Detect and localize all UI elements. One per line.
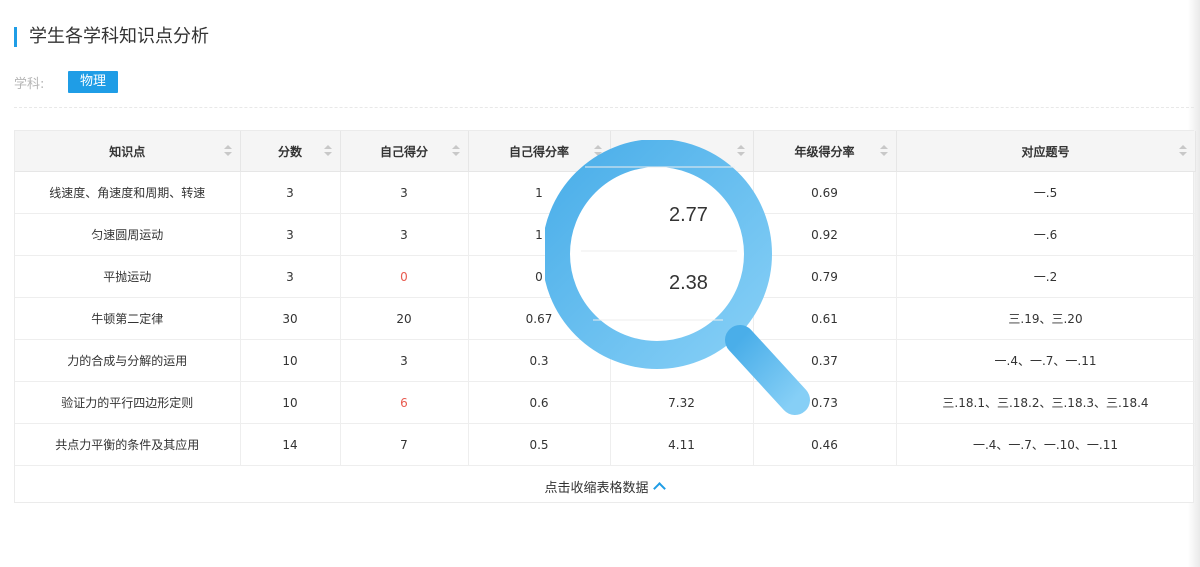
cell-own-score: 7 <box>340 423 469 466</box>
cell-own-rate: 0.6 <box>468 381 611 424</box>
knowledge-table: 知识点 分数 自己得分 自己得分率 年级得分率 对应题号 线速度、角速度和周期、… <box>15 131 1196 466</box>
cell-own-score: 3 <box>340 213 469 256</box>
sort-icon[interactable] <box>593 143 602 159</box>
subject-filter: 学科: 物理 <box>14 70 119 94</box>
cell-score: 3 <box>240 171 341 214</box>
table-row: 验证力的平行四边形定则 10 6 0.6 7.32 0.73 三.18.1、三.… <box>15 381 1196 424</box>
sort-icon[interactable] <box>223 143 232 159</box>
cell-own-rate: 1 <box>468 213 611 256</box>
cell-score: 14 <box>240 423 341 466</box>
cell-grade-rate: 0.73 <box>753 381 897 424</box>
cell-grade-avg <box>610 171 754 214</box>
sort-icon[interactable] <box>1178 143 1187 159</box>
cell-own-score: 0 <box>340 255 469 298</box>
sort-icon[interactable] <box>451 143 460 159</box>
cell-own-score: 3 <box>340 171 469 214</box>
cell-score: 3 <box>240 213 341 256</box>
cell-grade-rate: 0.61 <box>753 297 897 340</box>
cell-own-rate: 1 <box>468 171 611 214</box>
table-row: 匀速圆周运动 3 3 1 0.92 一.6 <box>15 213 1196 256</box>
cell-question-number: 一.2 <box>896 255 1196 298</box>
page: 学生各学科知识点分析 学科: 物理 知识点 分数 自己得分 自己得分率 年级得分… <box>0 0 1200 567</box>
col-header-grade-avg[interactable] <box>610 131 754 172</box>
cell-own-rate: 0.67 <box>468 297 611 340</box>
cell-grade-avg <box>610 255 754 298</box>
table-row: 线速度、角速度和周期、转速 3 3 1 0.69 一.5 <box>15 171 1196 214</box>
subject-label: 学科: <box>14 76 45 92</box>
col-header-label: 自己得分 <box>379 144 428 159</box>
cell-score: 30 <box>240 297 341 340</box>
knowledge-table-container: 知识点 分数 自己得分 自己得分率 年级得分率 对应题号 线速度、角速度和周期、… <box>14 130 1196 506</box>
cell-own-rate: 0.3 <box>468 339 611 382</box>
cell-grade-rate: 0.92 <box>753 213 897 256</box>
chevron-up-icon <box>652 482 666 495</box>
col-header-grade-rate[interactable]: 年级得分率 <box>753 131 897 172</box>
cell-topic: 验证力的平行四边形定则 <box>15 381 241 424</box>
cell-grade-avg: 4.11 <box>610 423 754 466</box>
divider <box>14 107 1194 108</box>
cell-question-number: 一.6 <box>896 213 1196 256</box>
cell-topic: 共点力平衡的条件及其应用 <box>15 423 241 466</box>
cell-score: 10 <box>240 381 341 424</box>
cell-own-score: 6 <box>340 381 469 424</box>
cell-grade-avg <box>610 339 754 382</box>
cell-topic: 平抛运动 <box>15 255 241 298</box>
table-row: 力的合成与分解的运用 10 3 0.3 0.37 一.4、一.7、一.11 <box>15 339 1196 382</box>
subject-tag-physics[interactable]: 物理 <box>68 71 119 93</box>
cell-score: 10 <box>240 339 341 382</box>
cell-grade-rate: 0.37 <box>753 339 897 382</box>
col-header-own-score[interactable]: 自己得分 <box>340 131 469 172</box>
col-header-label: 分数 <box>277 144 302 159</box>
collapse-table-button[interactable]: 点击收缩表格数据 <box>15 466 1193 506</box>
cell-grade-rate: 0.69 <box>753 171 897 214</box>
cell-score: 3 <box>240 255 341 298</box>
sort-icon[interactable] <box>736 143 745 159</box>
page-title: 学生各学科知识点分析 <box>29 26 209 47</box>
cell-topic: 牛顿第二定律 <box>15 297 241 340</box>
cell-topic: 线速度、角速度和周期、转速 <box>15 171 241 214</box>
cell-grade-avg <box>610 297 754 340</box>
cell-grade-avg <box>610 213 754 256</box>
collapse-label: 点击收缩表格数据 <box>544 480 649 496</box>
cell-own-score: 3 <box>340 339 469 382</box>
cell-grade-rate: 0.46 <box>753 423 897 466</box>
sort-icon[interactable] <box>879 143 888 159</box>
cell-topic: 力的合成与分解的运用 <box>15 339 241 382</box>
col-header-label: 知识点 <box>109 144 146 159</box>
sort-icon[interactable] <box>323 143 332 159</box>
cell-grade-rate: 0.79 <box>753 255 897 298</box>
cell-question-number: 一.5 <box>896 171 1196 214</box>
col-header-topic[interactable]: 知识点 <box>15 131 241 172</box>
col-header-label: 自己得分率 <box>508 144 569 159</box>
section-header: 学生各学科知识点分析 <box>14 26 209 48</box>
cell-grade-avg: 7.32 <box>610 381 754 424</box>
cell-question-number: 三.19、三.20 <box>896 297 1196 340</box>
cell-own-rate: 0.5 <box>468 423 611 466</box>
cell-own-score: 20 <box>340 297 469 340</box>
cell-topic: 匀速圆周运动 <box>15 213 241 256</box>
table-row: 共点力平衡的条件及其应用 14 7 0.5 4.11 0.46 一.4、一.7、… <box>15 423 1196 466</box>
table-header-row: 知识点 分数 自己得分 自己得分率 年级得分率 对应题号 <box>15 131 1196 172</box>
col-header-label: 年级得分率 <box>794 144 855 159</box>
cell-question-number: 一.4、一.7、一.11 <box>896 339 1196 382</box>
col-header-own-rate[interactable]: 自己得分率 <box>468 131 611 172</box>
cell-question-number: 三.18.1、三.18.2、三.18.3、三.18.4 <box>896 381 1196 424</box>
col-header-question-number[interactable]: 对应题号 <box>896 131 1196 172</box>
cell-question-number: 一.4、一.7、一.10、一.11 <box>896 423 1196 466</box>
table-row: 牛顿第二定律 30 20 0.67 0.61 三.19、三.20 <box>15 297 1196 340</box>
cell-own-rate: 0 <box>468 255 611 298</box>
table-row: 平抛运动 3 0 0 0.79 一.2 <box>15 255 1196 298</box>
col-header-label: 对应题号 <box>1021 144 1070 159</box>
col-header-score[interactable]: 分数 <box>240 131 341 172</box>
title-accent-bar <box>14 27 17 47</box>
